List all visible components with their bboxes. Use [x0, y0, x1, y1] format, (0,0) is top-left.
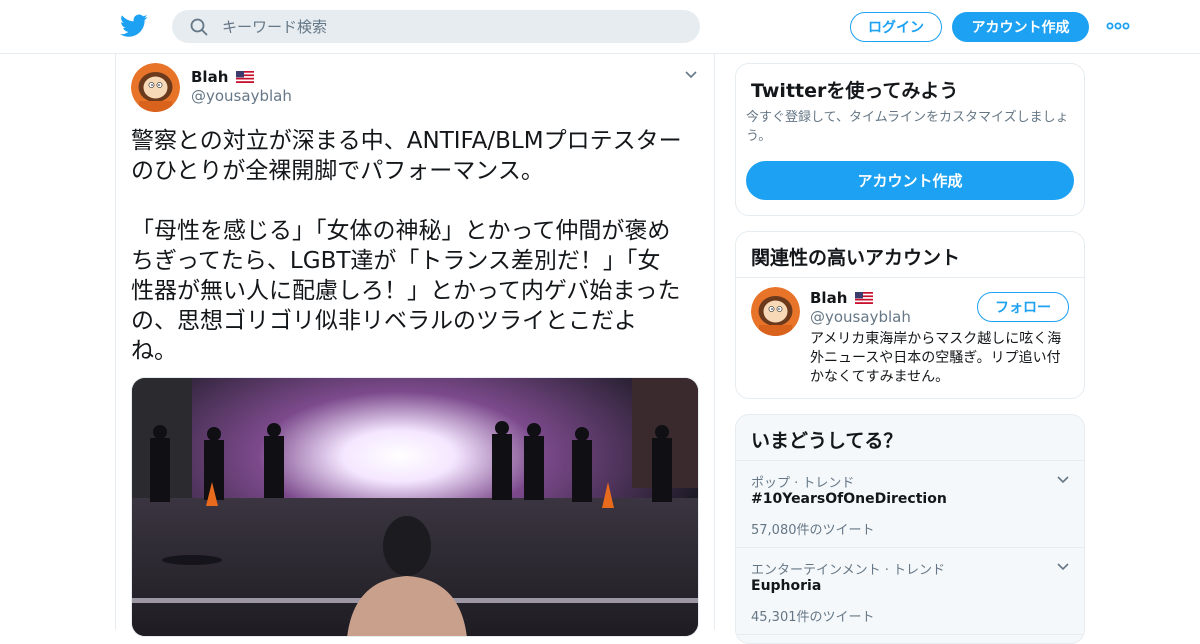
- related-accounts-card: 関連性の高いアカウント Blah @yousayblah フォロー アメリカ東海…: [735, 231, 1085, 399]
- trend-tweet-count: 57,080件のツイート: [751, 523, 875, 538]
- avatar-image: [751, 287, 800, 336]
- author-name-text: Blah: [191, 68, 229, 86]
- chevron-down-icon[interactable]: [1056, 475, 1070, 485]
- trend-category: エンターテインメント · トレンド: [751, 563, 946, 578]
- tweet-card: Blah @yousayblah 警察との対立が深まる中、ANTIFA/BLMプ…: [115, 54, 715, 637]
- trend-tweet-count: 45,301件のツイート: [751, 610, 875, 625]
- tweet-text: 警察との対立が深まる中、ANTIFA/BLMプロテスター のひとりが全裸開脚でパ…: [131, 128, 682, 364]
- trend-name[interactable]: #10YearsOfOneDirection: [751, 491, 947, 507]
- trends-title: いまどうしてる？: [751, 430, 903, 452]
- protest-photo-image: [132, 378, 698, 636]
- related-account-handle[interactable]: @yousayblah: [810, 308, 911, 326]
- signup-card: Twitterを使ってみよう 今すぐ登録して、タイムラインをカスタマイズしましょ…: [735, 63, 1085, 216]
- avatar[interactable]: [751, 287, 800, 336]
- trend-name[interactable]: Euphoria: [751, 578, 821, 594]
- signup-button[interactable]: アカウント作成: [952, 12, 1089, 42]
- twitter-bird-icon[interactable]: [120, 14, 148, 38]
- related-account-name[interactable]: Blah: [810, 289, 874, 307]
- tweet-photo[interactable]: [131, 377, 699, 637]
- author-name[interactable]: Blah: [191, 68, 255, 86]
- search-input[interactable]: [222, 10, 682, 43]
- search-icon: [190, 18, 208, 36]
- signup-card-description: 今すぐ登録して、タイムラインをカスタマイズしましょう。: [746, 110, 1069, 144]
- related-accounts-header: 関連性の高いアカウント: [736, 232, 1084, 278]
- top-navigation-bar: ログイン アカウント作成: [0, 0, 1200, 54]
- us-flag-icon: [855, 292, 874, 304]
- avatar-image: [131, 63, 180, 112]
- signup-card-button[interactable]: アカウント作成: [746, 161, 1074, 200]
- search-bar[interactable]: [172, 10, 700, 43]
- author-handle[interactable]: @yousayblah: [191, 87, 292, 105]
- trend-item[interactable]: エンターテインメント · トレンド Euphoria 45,301件のツイート: [736, 548, 1084, 635]
- chevron-down-icon[interactable]: [684, 70, 698, 80]
- related-accounts-title: 関連性の高いアカウント: [751, 247, 961, 269]
- related-account-name-text: Blah: [810, 289, 848, 307]
- trend-category: ポップ · トレンド: [751, 476, 855, 491]
- follow-button[interactable]: フォロー: [977, 292, 1069, 322]
- avatar[interactable]: [131, 63, 180, 112]
- related-account-bio: アメリカ東海岸からマスク越しに呟く海外ニュースや日本の空騒ぎ。リプ追い付かなくて…: [810, 331, 1062, 385]
- chevron-down-icon[interactable]: [1056, 562, 1070, 572]
- us-flag-icon: [236, 71, 255, 83]
- trend-item[interactable]: ポップ · トレンド #10YearsOfOneDirection 57,080…: [736, 461, 1084, 548]
- signup-card-title: Twitterを使ってみよう: [751, 80, 959, 102]
- trends-card: いまどうしてる？ ポップ · トレンド #10YearsOfOneDirecti…: [735, 414, 1085, 644]
- login-button[interactable]: ログイン: [850, 12, 942, 42]
- trends-header: いまどうしてる？: [736, 415, 1084, 461]
- more-dots-icon[interactable]: [1106, 20, 1130, 32]
